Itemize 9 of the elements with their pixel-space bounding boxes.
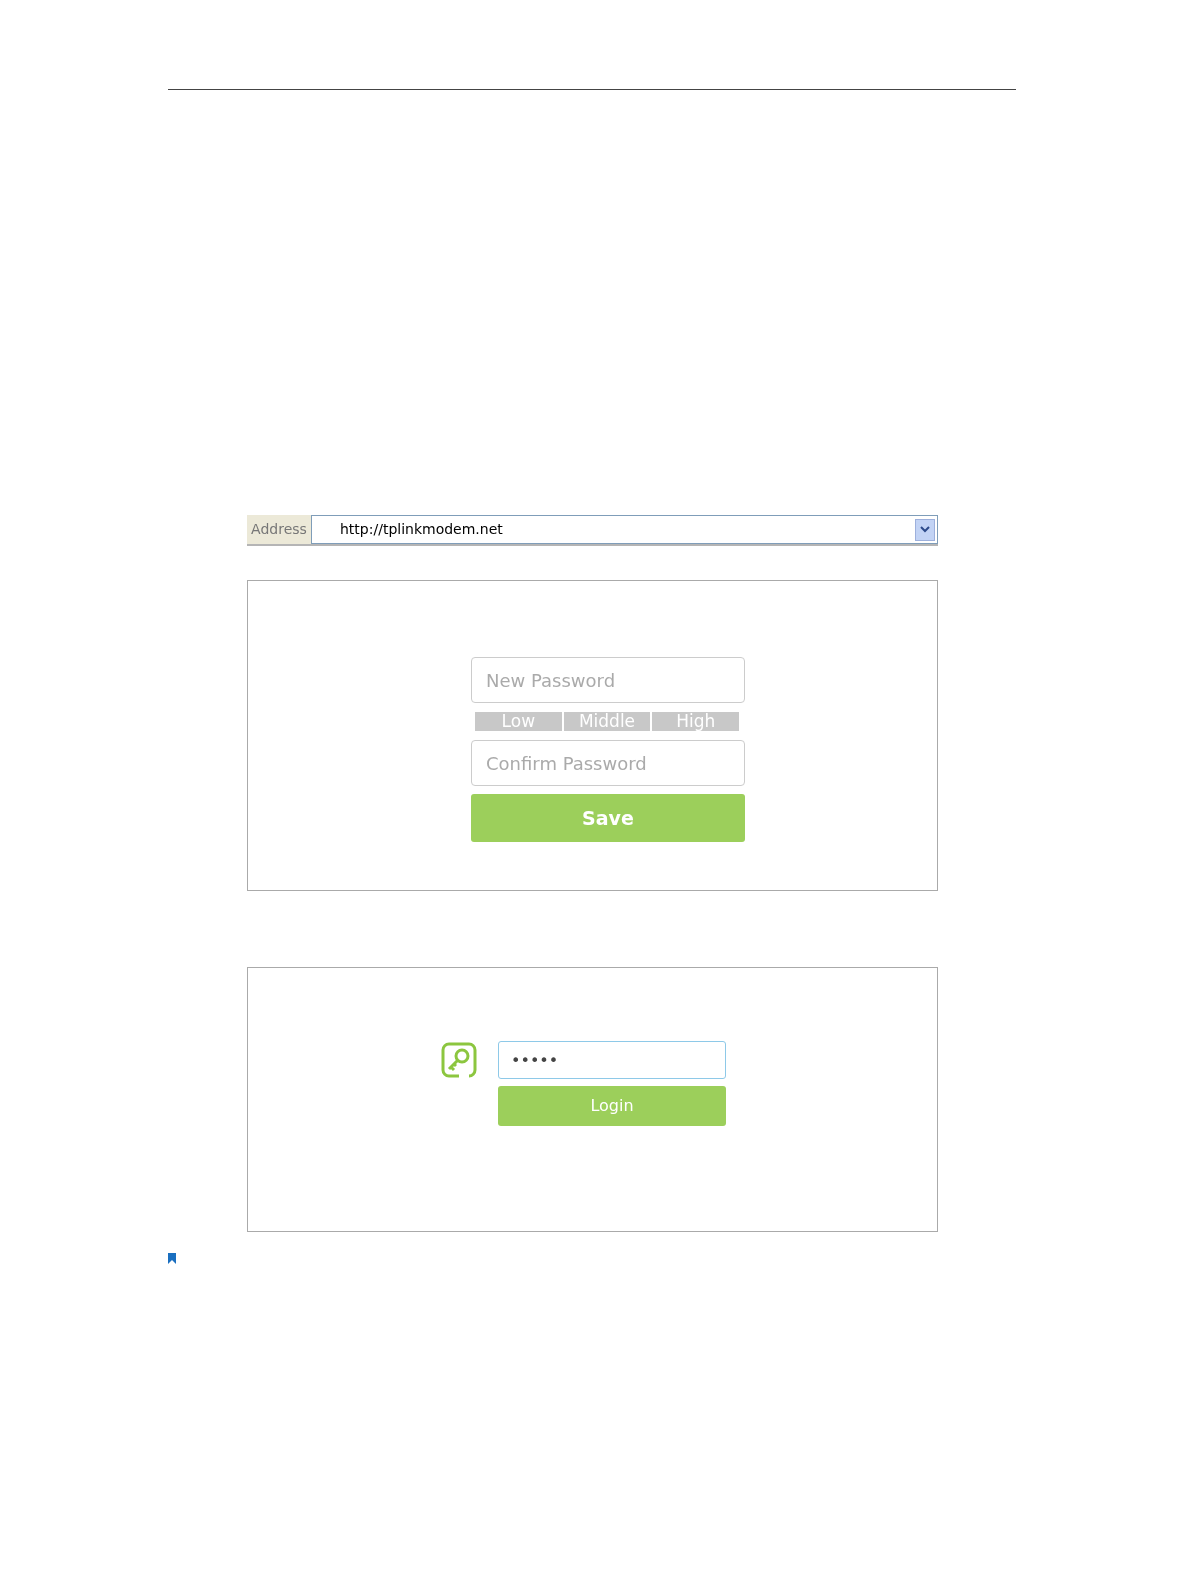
dropdown-button[interactable] <box>915 518 935 541</box>
password-field[interactable]: ••••• <box>498 1041 726 1079</box>
chevron-down-icon <box>920 526 930 533</box>
url-text: http://tplinkmodem.net <box>340 520 504 539</box>
address-field[interactable]: http://tplinkmodem.net <box>311 515 938 544</box>
new-password-field[interactable]: New Password <box>471 657 745 703</box>
key-icon <box>441 1042 477 1078</box>
bookmark-icon <box>168 1253 176 1264</box>
confirm-password-field[interactable]: Confirm Password <box>471 740 745 786</box>
